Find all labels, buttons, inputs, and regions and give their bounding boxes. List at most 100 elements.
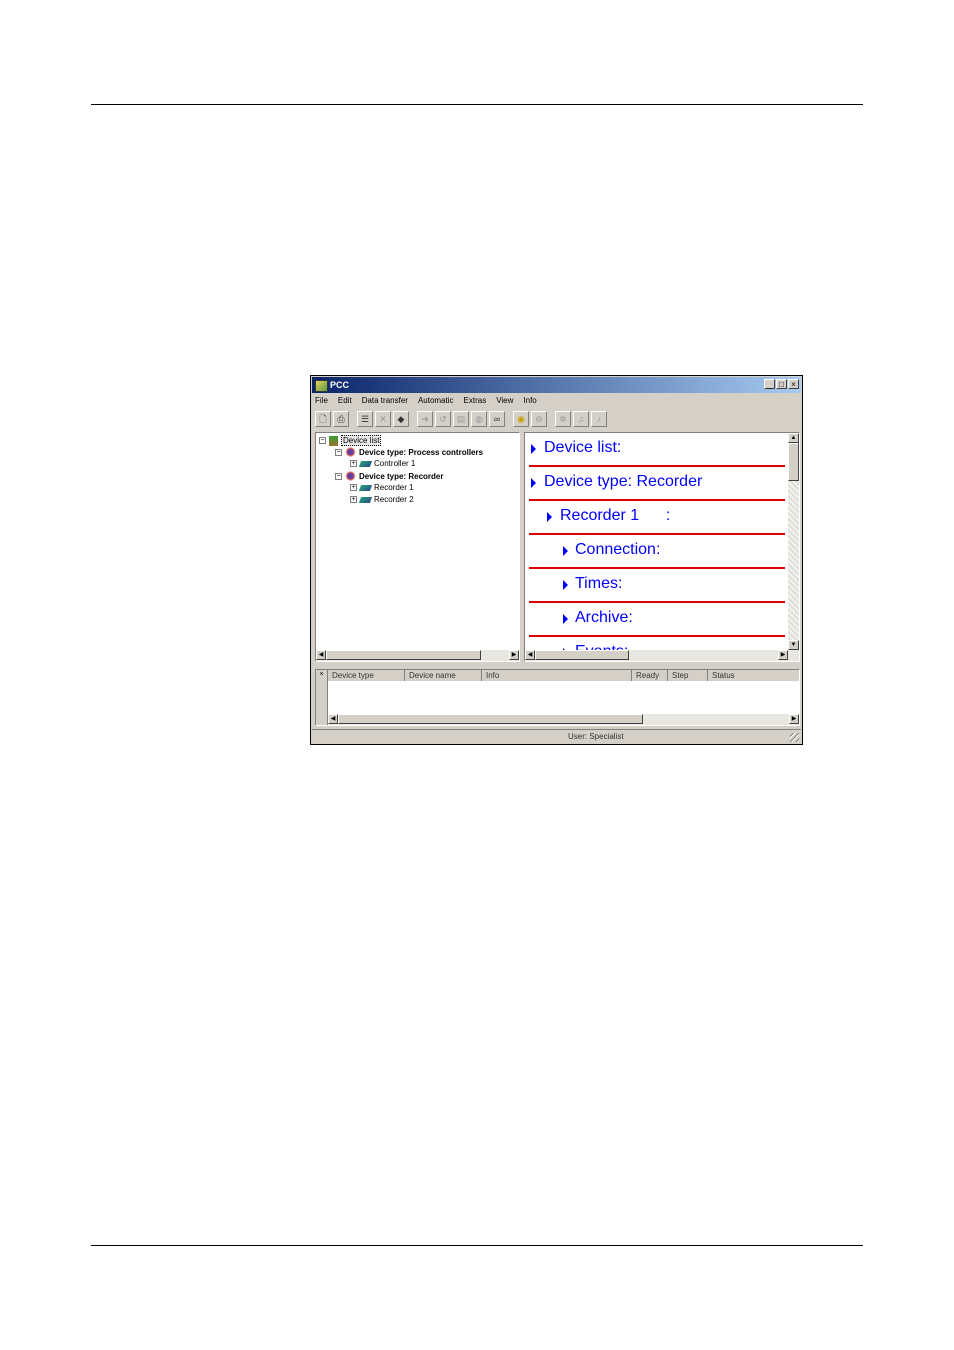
tree-hscrollbar[interactable]: ◀ ▶ xyxy=(316,650,519,661)
scroll-down-icon[interactable]: ▼ xyxy=(788,640,799,650)
close-button[interactable]: × xyxy=(788,379,799,389)
pcc-window: PCC _ □ × File Edit Data transfer Automa… xyxy=(310,375,803,745)
expand-arrow-icon[interactable] xyxy=(547,512,552,522)
detail-row[interactable]: Times: xyxy=(529,569,785,603)
scroll-thumb[interactable] xyxy=(338,714,643,724)
scroll-thumb[interactable] xyxy=(535,650,629,660)
detail-row[interactable]: Connection: xyxy=(529,535,785,569)
detail-row[interactable]: Recorder 1 : xyxy=(529,501,785,535)
scroll-left-icon[interactable]: ◀ xyxy=(328,714,338,724)
detail-hscrollbar[interactable]: ◀ ▶ xyxy=(525,650,799,661)
expand-arrow-icon[interactable] xyxy=(563,546,568,556)
list-hscrollbar[interactable]: ◀ ▶ xyxy=(328,714,799,725)
scroll-thumb[interactable] xyxy=(788,443,799,481)
column-header[interactable]: Info xyxy=(482,670,632,681)
tree-item[interactable]: + Recorder 2 xyxy=(350,495,414,504)
delete-icon[interactable]: ✕ xyxy=(375,411,391,427)
column-header[interactable]: Ready xyxy=(632,670,668,681)
device-icon[interactable]: ◆ xyxy=(393,411,409,427)
expand-arrow-icon[interactable] xyxy=(563,580,568,590)
device-icon xyxy=(358,484,373,491)
scroll-up-icon[interactable]: ▲ xyxy=(788,433,799,443)
tree-item[interactable]: + Controller 1 xyxy=(350,459,415,468)
bell-off-icon[interactable]: ♪ xyxy=(591,411,607,427)
close-panel-icon[interactable]: × xyxy=(316,670,327,679)
properties-icon[interactable]: ☰ xyxy=(357,411,373,427)
tree-root-label: Device list xyxy=(341,435,382,446)
title-bar[interactable]: PCC _ □ × xyxy=(312,377,801,393)
tree-item-label: Recorder 2 xyxy=(374,495,414,504)
print-icon[interactable]: ⎙ xyxy=(333,411,349,427)
menu-data-transfer[interactable]: Data transfer xyxy=(362,395,408,406)
binoculars-icon[interactable]: ∞ xyxy=(489,411,505,427)
menu-file[interactable]: File xyxy=(315,395,328,406)
status-user: User: Specialist xyxy=(568,732,624,741)
scroll-left-icon[interactable]: ◀ xyxy=(316,650,326,660)
list-header: Device type Device name Info Ready Step … xyxy=(328,670,799,681)
device-type-icon xyxy=(345,471,356,481)
tree-group-label: Device type: Recorder xyxy=(359,471,444,481)
collapse-icon[interactable]: − xyxy=(335,472,342,480)
tree-group-label: Device type: Process controllers xyxy=(359,447,484,457)
expand-arrow-icon[interactable] xyxy=(531,444,536,454)
resize-grip[interactable] xyxy=(790,733,799,742)
expand-icon[interactable]: + xyxy=(350,496,357,503)
detail-vscrollbar[interactable]: ▲ ▼ xyxy=(788,433,799,650)
maximize-button[interactable]: □ xyxy=(776,379,787,389)
expand-icon[interactable]: + xyxy=(350,484,357,491)
tree-root-icon xyxy=(329,435,338,446)
menu-edit[interactable]: Edit xyxy=(338,395,352,406)
detail-view[interactable]: Device list: Device type: Recorder Recor… xyxy=(524,432,800,662)
detail-row[interactable]: Archive: xyxy=(529,603,785,637)
window-title: PCC xyxy=(330,380,350,390)
device-tree[interactable]: − Device list − Device type: Process con… xyxy=(315,432,520,662)
chart-icon[interactable]: ▤ xyxy=(453,411,469,427)
tree-item[interactable]: + Recorder 1 xyxy=(350,483,414,492)
expand-arrow-icon[interactable] xyxy=(531,478,536,488)
tree-item-label: Recorder 1 xyxy=(374,483,414,492)
tree-root[interactable]: − Device list xyxy=(319,435,382,446)
menu-view[interactable]: View xyxy=(496,395,513,406)
minimize-button[interactable]: _ xyxy=(764,379,775,389)
menu-info[interactable]: Info xyxy=(523,395,536,406)
column-header[interactable]: Step xyxy=(668,670,708,681)
menu-bar: File Edit Data transfer Automatic Extras… xyxy=(315,395,537,406)
collapse-icon[interactable]: − xyxy=(335,448,342,456)
toolbar: 🗋 ⎙ ☰ ✕ ◆ ➔ ↺ ▤ ◍ ∞ ◉ ⊚ ✲ ♫ ♪ xyxy=(315,409,607,429)
panel-grip[interactable]: × xyxy=(316,670,328,725)
tree-group[interactable]: − Device type: Process controllers xyxy=(335,447,483,457)
footer-rule xyxy=(91,1245,863,1246)
status-bar: User: Specialist xyxy=(312,729,801,743)
arrow-right-icon[interactable]: ➔ xyxy=(417,411,433,427)
tree-item-label: Controller 1 xyxy=(374,459,416,468)
globe-icon[interactable]: ◍ xyxy=(471,411,487,427)
scroll-right-icon[interactable]: ▶ xyxy=(789,714,799,724)
header-rule xyxy=(91,104,863,105)
scroll-right-icon[interactable]: ▶ xyxy=(778,650,788,660)
tree-group[interactable]: − Device type: Recorder xyxy=(335,471,443,481)
scroll-right-icon[interactable]: ▶ xyxy=(509,650,519,660)
preview-icon[interactable]: 🗋 xyxy=(315,411,331,427)
bell-icon[interactable]: ♫ xyxy=(573,411,589,427)
scroll-left-icon[interactable]: ◀ xyxy=(525,650,535,660)
column-header[interactable]: Status xyxy=(708,670,799,681)
menu-extras[interactable]: Extras xyxy=(464,395,487,406)
detail-row[interactable]: Device type: Recorder xyxy=(529,467,785,501)
settings-icon[interactable]: ✲ xyxy=(555,411,571,427)
collapse-icon[interactable]: − xyxy=(319,437,326,444)
device-type-icon xyxy=(345,447,356,457)
column-header[interactable]: Device type xyxy=(328,670,405,681)
app-icon xyxy=(315,380,328,392)
expand-arrow-icon[interactable] xyxy=(563,614,568,624)
device-status-list[interactable]: × Device type Device name Info Ready Ste… xyxy=(315,669,800,726)
clock-icon[interactable]: ◉ xyxy=(513,411,529,427)
device-icon xyxy=(358,460,373,467)
counter-icon[interactable]: ⊚ xyxy=(531,411,547,427)
expand-icon[interactable]: + xyxy=(350,460,357,467)
menu-automatic[interactable]: Automatic xyxy=(418,395,454,406)
arrow-left-icon[interactable]: ↺ xyxy=(435,411,451,427)
device-icon xyxy=(358,496,373,503)
scroll-thumb[interactable] xyxy=(326,650,481,660)
column-header[interactable]: Device name xyxy=(405,670,482,681)
detail-row[interactable]: Device list: xyxy=(529,433,785,467)
